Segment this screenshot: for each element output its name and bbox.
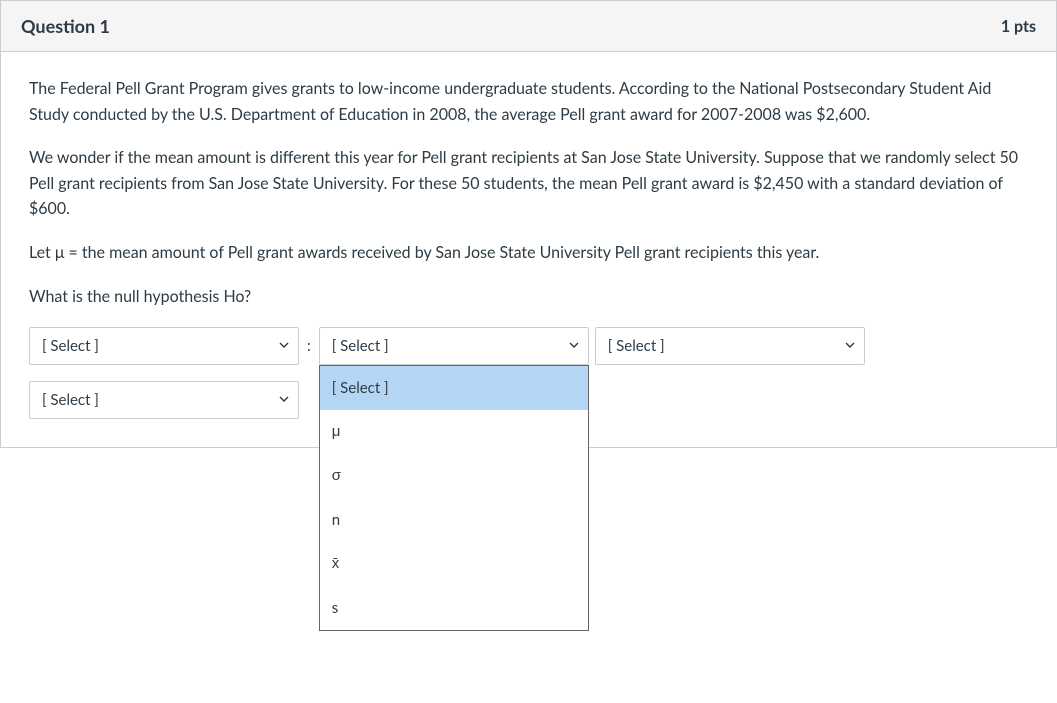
question-card: Question 1 1 pts The Federal Pell Grant … bbox=[0, 0, 1057, 448]
dropdown-option-xbar[interactable]: x̄ bbox=[320, 542, 588, 586]
chevron-down-icon bbox=[844, 334, 856, 358]
select-3[interactable]: [ Select ] bbox=[595, 327, 865, 365]
colon-separator: : bbox=[305, 334, 313, 358]
dropdown-option-n[interactable]: n bbox=[320, 498, 588, 542]
paragraph-4: What is the null hypothesis Ho? bbox=[29, 284, 1028, 310]
select-2[interactable]: [ Select ] bbox=[319, 327, 589, 365]
paragraph-2: We wonder if the mean amount is differen… bbox=[29, 145, 1028, 222]
select-2-wrapper: [ Select ] [ Select ] μ σ n x̄ s bbox=[319, 327, 589, 365]
chevron-down-icon bbox=[278, 388, 290, 412]
select-1-value: [ Select ] bbox=[42, 334, 99, 358]
select-row-1: [ Select ] : [ Select ] [ Select ] μ σ bbox=[29, 327, 1028, 365]
select-4-value: [ Select ] bbox=[42, 388, 99, 412]
question-header: Question 1 1 pts bbox=[1, 1, 1056, 52]
chevron-down-icon bbox=[568, 334, 580, 358]
question-points: 1 pts bbox=[1001, 17, 1036, 36]
select-3-value: [ Select ] bbox=[608, 334, 665, 358]
select-2-value: [ Select ] bbox=[332, 334, 389, 358]
chevron-down-icon bbox=[278, 334, 290, 358]
select-1[interactable]: [ Select ] bbox=[29, 327, 299, 365]
question-title: Question 1 bbox=[21, 15, 110, 37]
dropdown-option-mu[interactable]: μ bbox=[320, 410, 588, 454]
select-4[interactable]: [ Select ] bbox=[29, 381, 299, 419]
dropdown-option-sigma[interactable]: σ bbox=[320, 454, 588, 498]
paragraph-1: The Federal Pell Grant Program gives gra… bbox=[29, 76, 1028, 127]
question-body: The Federal Pell Grant Program gives gra… bbox=[1, 52, 1056, 447]
select-2-dropdown: [ Select ] μ σ n x̄ s bbox=[319, 365, 589, 631]
dropdown-option-select[interactable]: [ Select ] bbox=[320, 366, 588, 410]
dropdown-option-s[interactable]: s bbox=[320, 586, 588, 630]
paragraph-3: Let μ = the mean amount of Pell grant aw… bbox=[29, 240, 1028, 266]
